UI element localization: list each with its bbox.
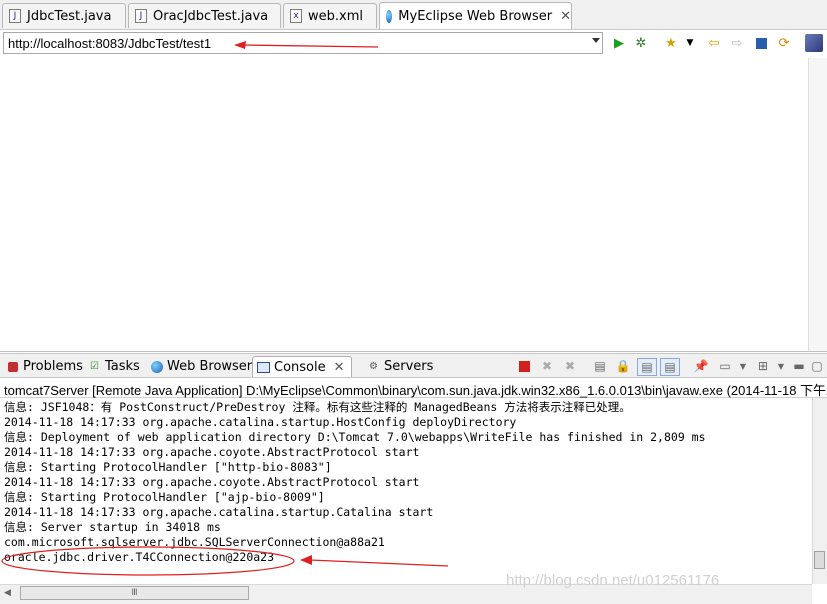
favorites-icon[interactable]: ★: [663, 35, 679, 51]
remove-all-icon[interactable]: ✖: [561, 358, 579, 374]
console-line: 2014-11-18 14:17:33 org.apache.coyote.Ab…: [4, 475, 420, 489]
chevron-down-icon[interactable]: ▼: [734, 358, 752, 374]
tab-tasks[interactable]: ☑ Tasks: [84, 356, 144, 377]
chevron-down-icon[interactable]: [592, 38, 600, 43]
tab-jdbctest-java[interactable]: J JdbcTest.java: [2, 3, 126, 28]
clear-console-icon[interactable]: ▤: [591, 358, 609, 374]
chevron-down-icon[interactable]: ▼: [682, 35, 698, 51]
scroll-left-icon[interactable]: ◀: [4, 588, 11, 598]
problems-icon: [6, 360, 19, 373]
tasks-icon: ☑: [90, 361, 99, 372]
tab-label: Servers: [384, 359, 434, 374]
tab-label: OracJdbcTest.java: [153, 8, 269, 24]
tab-servers[interactable]: ⚙ Servers: [363, 356, 437, 377]
show-on-error-icon[interactable]: ▤: [660, 358, 680, 376]
scroll-lock-icon[interactable]: 🔒: [614, 358, 632, 374]
tab-problems[interactable]: Problems: [2, 356, 87, 377]
tab-label: MyEclipse Web Browser: [398, 8, 553, 24]
tab-label: Console: [274, 359, 326, 375]
tab-label: web.xml: [308, 8, 363, 24]
watermark-text: http://blog.csdn.net/u012561176: [506, 572, 720, 589]
console-line: 信息: Server startup in 34018 ms: [4, 520, 221, 534]
console-line: 信息: JSF1048：有 PostConstruct/PreDestroy 注…: [4, 400, 631, 414]
forward-icon[interactable]: ⇨: [729, 35, 745, 51]
console-line: 信息: Starting ProtocolHandler ["ajp-bio-8…: [4, 490, 325, 504]
pin-console-icon[interactable]: 📌: [692, 358, 710, 374]
tab-console[interactable]: Console ✕: [252, 356, 352, 377]
console-line: 2014-11-18 14:17:33 org.apache.catalina.…: [4, 415, 517, 429]
display-console-icon[interactable]: ▭: [716, 358, 734, 374]
show-on-output-icon[interactable]: ▤: [637, 358, 657, 376]
annotation-ellipse: [1, 546, 449, 576]
tab-oracjdbctest-java[interactable]: J OracJdbcTest.java: [128, 3, 281, 28]
editor-tab-bar: J JdbcTest.java J OracJdbcTest.java x we…: [0, 0, 827, 30]
close-icon[interactable]: ✕: [560, 9, 571, 24]
console-line: 2014-11-18 14:17:33 org.apache.catalina.…: [4, 505, 434, 519]
web-browser-icon: [150, 360, 163, 373]
servers-icon: ⚙: [369, 361, 378, 372]
java-file-icon: J: [135, 9, 147, 23]
tab-label: Problems: [23, 359, 83, 374]
console-process-label: tomcat7Server [Remote Java Application] …: [0, 378, 827, 398]
console-line: 信息: Starting ProtocolHandler ["http-bio-…: [4, 460, 332, 474]
tab-myeclipse-web-browser[interactable]: MyEclipse Web Browser ✕: [379, 2, 572, 29]
tab-label: JdbcTest.java: [27, 8, 112, 24]
web-browser-icon: [386, 9, 393, 23]
scrollbar-thumb[interactable]: Ⅲ: [20, 586, 249, 600]
minimize-icon[interactable]: ▬: [790, 358, 808, 374]
chevron-down-icon[interactable]: ▼: [772, 358, 790, 374]
open-console-icon[interactable]: ⊞: [754, 358, 772, 374]
close-icon[interactable]: ✕: [334, 360, 345, 375]
browser-content[interactable]: [0, 58, 827, 352]
tab-label: Web Browser: [167, 359, 253, 374]
tab-label: Tasks: [105, 359, 140, 374]
perspective-icon[interactable]: [804, 33, 824, 53]
maximize-icon[interactable]: ▢: [808, 358, 826, 374]
console-header-text: tomcat7Server [Remote Java Application] …: [4, 383, 827, 398]
annotation-arrow: [234, 41, 379, 49]
tab-web-browser[interactable]: Web Browser: [146, 356, 256, 377]
remove-launch-icon[interactable]: ✖: [538, 358, 556, 374]
terminate-icon[interactable]: [515, 358, 533, 374]
debug-icon[interactable]: ✲: [633, 35, 649, 51]
console-line: 信息: Deployment of web application direct…: [4, 430, 706, 444]
stop-icon[interactable]: [753, 35, 769, 51]
console-icon: [257, 361, 270, 374]
tab-web-xml[interactable]: x web.xml: [283, 3, 377, 28]
xml-file-icon: x: [290, 9, 302, 23]
refresh-icon[interactable]: ⟳: [776, 35, 792, 51]
browser-side-strip: [808, 58, 827, 351]
go-icon[interactable]: ▶: [611, 35, 627, 51]
scrollbar-thumb[interactable]: [814, 551, 825, 569]
console-line: 2014-11-18 14:17:33 org.apache.coyote.Ab…: [4, 445, 420, 459]
java-file-icon: J: [9, 9, 21, 23]
back-icon[interactable]: ⇦: [706, 35, 722, 51]
